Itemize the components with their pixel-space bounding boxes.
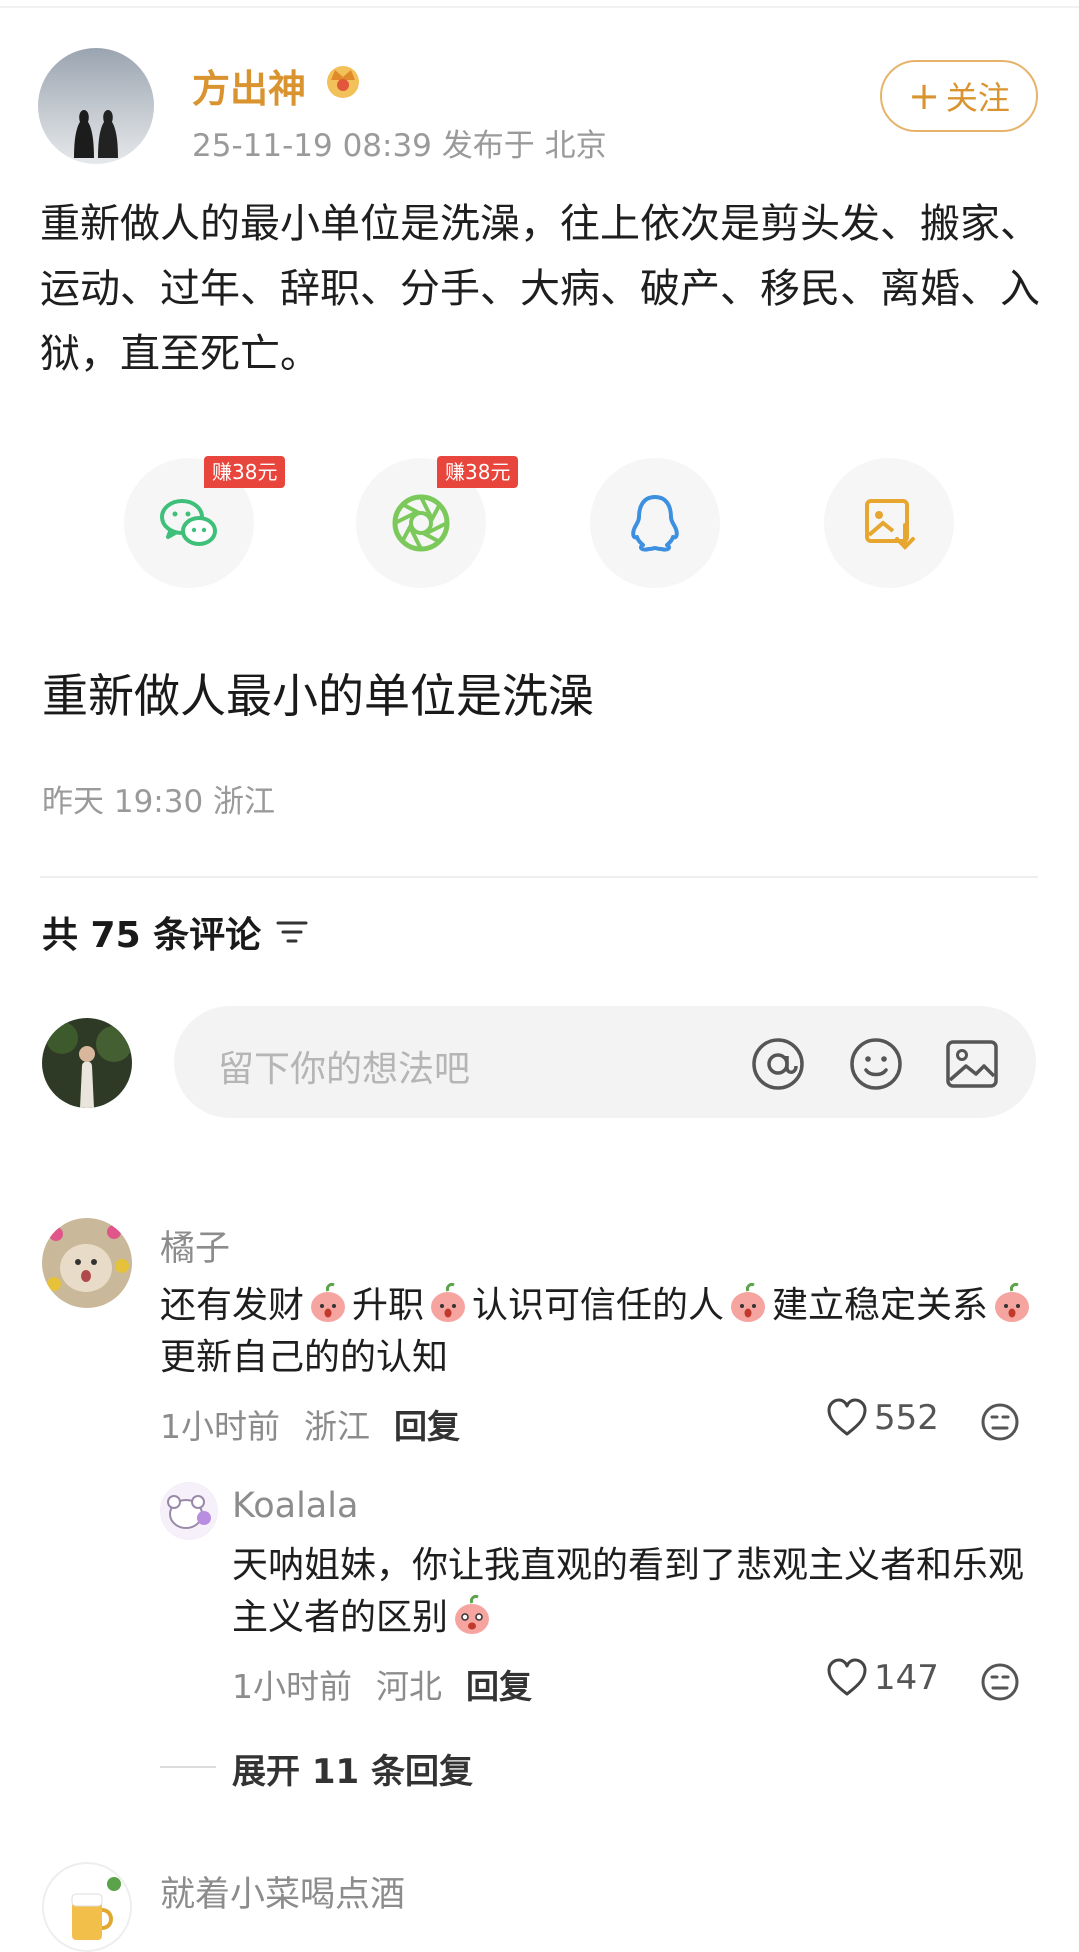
comment-meta: 1小时前 浙江 回复 [160, 1400, 460, 1448]
comment-meta: 1小时前 河北 回复 [232, 1660, 532, 1708]
commenter-name[interactable]: 就着小菜喝点酒 [160, 1866, 405, 1917]
peach-emoji-icon [731, 1283, 766, 1322]
save-image-icon [865, 499, 915, 550]
peach-emoji-icon [311, 1283, 346, 1322]
comment-text: 还有发财 升职 认识可信任的人 建立稳定关系更新自己的的认知 [160, 1280, 1040, 1384]
like-button[interactable]: 552 [826, 1398, 939, 1438]
crown-icon [327, 66, 359, 98]
comment-location: 河北 [376, 1667, 442, 1706]
reply-button[interactable]: 回复 [466, 1660, 532, 1708]
wechat-icon [160, 499, 217, 546]
post-body: 重新做人的最小单位是洗澡，往上依次是剪头发、搬家、运动、过年、辞职、分手、大病、… [40, 201, 1040, 377]
author-avatar[interactable] [38, 48, 154, 164]
comment-input[interactable]: 留下你的想法吧 [174, 1006, 1036, 1118]
commenter-avatar[interactable] [42, 1218, 132, 1308]
crying-peach-emoji-icon [455, 1595, 490, 1634]
post-meta: 25-11-19 08:39 发布于 北京 [192, 128, 607, 164]
qq-icon [631, 495, 679, 552]
like-count: 147 [874, 1658, 939, 1698]
image-icon[interactable] [944, 1036, 1000, 1092]
comment-count-header: 共 75 条评论 [42, 906, 309, 958]
comment-text: 天呐姐妹，你让我直观的看到了悲观主义者和乐观主义者的区别 [232, 1545, 1025, 1638]
peach-emoji-icon [431, 1283, 466, 1322]
expand-divider [160, 1766, 216, 1768]
heart-icon [827, 1658, 867, 1696]
earn-badge: 赚38元 [437, 456, 519, 488]
peach-emoji-icon [995, 1283, 1030, 1322]
divider [40, 876, 1038, 878]
follow-button[interactable]: + 关注 [880, 60, 1038, 132]
like-button[interactable]: 147 [826, 1658, 939, 1698]
plus-icon: + [908, 74, 940, 118]
follow-label: 关注 [945, 79, 1010, 117]
post-time: 昨天 19:30 浙江 [42, 784, 276, 820]
at-icon[interactable] [750, 1036, 806, 1092]
post-title: 重新做人最小的单位是洗澡 [42, 669, 594, 723]
emoji-icon[interactable] [848, 1036, 904, 1092]
dislike-icon[interactable] [980, 1662, 1020, 1702]
commenter-name[interactable]: Koalala [232, 1486, 358, 1526]
comment-count: 共 75 条评论 [42, 915, 262, 956]
heart-icon [827, 1398, 867, 1436]
share-qq-button[interactable] [590, 458, 720, 588]
save-image-button[interactable] [824, 458, 954, 588]
my-avatar[interactable] [42, 1018, 132, 1108]
comment-location: 浙江 [304, 1407, 370, 1446]
reply-button[interactable]: 回复 [394, 1400, 460, 1448]
comment-time: 1小时前 [232, 1667, 352, 1706]
dislike-icon[interactable] [980, 1402, 1020, 1442]
earn-badge: 赚38元 [204, 456, 286, 488]
comment-input-placeholder: 留下你的想法吧 [218, 1049, 471, 1090]
commenter-name[interactable]: 橘子 [160, 1220, 230, 1271]
moments-icon [392, 494, 450, 552]
commenter-avatar[interactable] [42, 1862, 132, 1952]
like-count: 552 [874, 1398, 939, 1438]
author-name[interactable]: 方出神 [192, 58, 306, 113]
commenter-avatar[interactable] [160, 1482, 218, 1540]
sort-icon[interactable] [275, 917, 309, 947]
top-divider [0, 6, 1079, 8]
comment-time: 1小时前 [160, 1407, 280, 1446]
expand-replies-button[interactable]: 展开 11 条回复 [232, 1744, 473, 1793]
